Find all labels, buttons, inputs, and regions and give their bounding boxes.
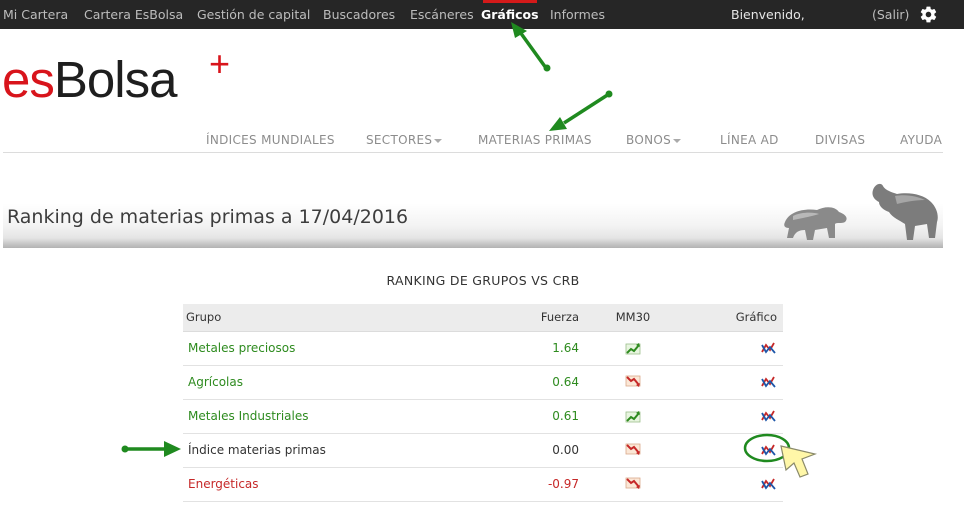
bull-statue-image	[872, 183, 938, 240]
topnav-escaneres[interactable]: Escáneres	[410, 0, 474, 29]
row-fuerza-cell: 1.64	[483, 331, 583, 366]
topnav-mi-cartera[interactable]: Mi Cartera	[3, 0, 68, 29]
arrow-to-indice-row	[121, 441, 181, 457]
header-grupo[interactable]: Grupo	[183, 304, 483, 332]
header-mm30[interactable]: MM30	[583, 304, 683, 332]
logo-es: es	[2, 51, 55, 108]
trend-up-icon	[625, 411, 641, 423]
page-title: Ranking de materias primas a 17/04/2016	[7, 206, 409, 228]
group-link[interactable]: Metales preciosos	[188, 341, 295, 355]
row-fuerza-cell: 0.64	[483, 365, 583, 400]
topnav-gestion-capital[interactable]: Gestión de capital	[197, 0, 310, 29]
row-group-cell: Índice materias primas	[183, 433, 483, 468]
fuerza-value: 0.61	[552, 409, 579, 423]
secnav-bonos-label: BONOS	[626, 133, 672, 147]
row-fuerza-cell: 0.00	[483, 433, 583, 468]
row-mm30-cell	[583, 331, 683, 366]
arrow-to-materias-primas	[549, 90, 613, 131]
table-header-row: Grupo Fuerza MM30 Gráfico	[183, 304, 783, 332]
row-chart-cell	[683, 467, 783, 502]
row-chart-cell	[683, 399, 783, 434]
chart-icon[interactable]	[761, 477, 777, 491]
header-grafico[interactable]: Gráfico	[683, 304, 783, 332]
row-chart-cell	[683, 331, 783, 366]
welcome-text: Bienvenido,	[731, 7, 805, 22]
ranking-title: RANKING DE GRUPOS VS CRB	[386, 273, 580, 288]
chevron-down-icon	[673, 138, 682, 143]
row-mm30-cell	[583, 399, 683, 434]
fuerza-value: 0.64	[552, 375, 579, 389]
chart-icon[interactable]	[761, 341, 777, 355]
topnav-informes[interactable]: Informes	[550, 0, 605, 29]
topnav-buscadores[interactable]: Buscadores	[323, 0, 395, 29]
secnav-indices-mundiales[interactable]: ÍNDICES MUNDIALES	[206, 133, 335, 147]
row-fuerza-cell: 0.61	[483, 399, 583, 434]
row-group-cell: Metales Industriales	[183, 399, 483, 434]
arrow-to-graficos	[511, 22, 551, 72]
chart-icon[interactable]	[761, 375, 777, 389]
mouse-cursor-icon	[780, 445, 818, 478]
header-fuerza[interactable]: Fuerza	[483, 304, 583, 332]
ranking-table: Grupo Fuerza MM30 Gráfico Metales precio…	[183, 304, 783, 502]
trend-up-icon	[625, 343, 641, 355]
secnav-linea-ad[interactable]: LÍNEA AD	[720, 133, 779, 147]
row-mm30-cell	[583, 365, 683, 400]
table-row: Energéticas -0.97	[183, 467, 783, 502]
trend-down-icon	[625, 443, 641, 456]
bear-statue-image	[784, 207, 847, 240]
secnav-sectores[interactable]: SECTORES	[366, 133, 443, 147]
table-row: Metales Industriales 0.61	[183, 399, 783, 434]
fuerza-value: 0.00	[552, 443, 579, 457]
row-group-cell: Energéticas	[183, 467, 483, 502]
logout-link[interactable]: (Salir)	[872, 0, 909, 29]
topnav-graficos[interactable]: Gráficos	[481, 0, 539, 29]
secnav-sectores-label: SECTORES	[366, 133, 433, 147]
page-banner: Ranking de materias primas a 17/04/2016	[3, 174, 943, 248]
group-link[interactable]: Agrícolas	[188, 375, 243, 389]
chart-icon[interactable]	[761, 443, 777, 457]
chart-icon[interactable]	[761, 409, 777, 423]
secnav-ayuda[interactable]: AYUDA	[900, 133, 942, 147]
fuerza-value: -0.97	[547, 477, 579, 491]
row-chart-cell	[683, 433, 783, 468]
secnav-materias-primas[interactable]: MATERIAS PRIMAS	[478, 133, 592, 147]
secnav-divisas[interactable]: DIVISAS	[815, 133, 865, 147]
table-row: Índice materias primas 0.00	[183, 433, 783, 468]
chevron-down-icon	[434, 138, 443, 143]
group-link[interactable]: Energéticas	[188, 477, 259, 491]
logo-plus: +	[209, 43, 230, 84]
esbolsa-logo[interactable]: esBolsa +	[2, 46, 230, 108]
gear-icon[interactable]	[919, 5, 938, 24]
group-link[interactable]: Índice materias primas	[188, 443, 326, 457]
row-mm30-cell	[583, 433, 683, 468]
row-chart-cell	[683, 365, 783, 400]
table-row: Metales preciosos 1.64	[183, 331, 783, 366]
secnav-bonos[interactable]: BONOS	[626, 133, 682, 147]
logo-bolsa: Bolsa	[53, 51, 178, 108]
trend-down-icon	[625, 477, 641, 490]
row-fuerza-cell: -0.97	[483, 467, 583, 502]
topnav-cartera-esbolsa[interactable]: Cartera EsBolsa	[84, 0, 183, 29]
row-group-cell: Agrícolas	[183, 365, 483, 400]
row-mm30-cell	[583, 467, 683, 502]
top-nav-bar: Mi Cartera Cartera EsBolsa Gestión de ca…	[0, 0, 964, 29]
fuerza-value: 1.64	[552, 341, 579, 355]
group-link[interactable]: Metales Industriales	[188, 409, 309, 423]
trend-down-icon	[625, 375, 641, 388]
row-group-cell: Metales preciosos	[183, 331, 483, 366]
table-row: Agrícolas 0.64	[183, 365, 783, 400]
secnav-divider	[3, 152, 943, 153]
